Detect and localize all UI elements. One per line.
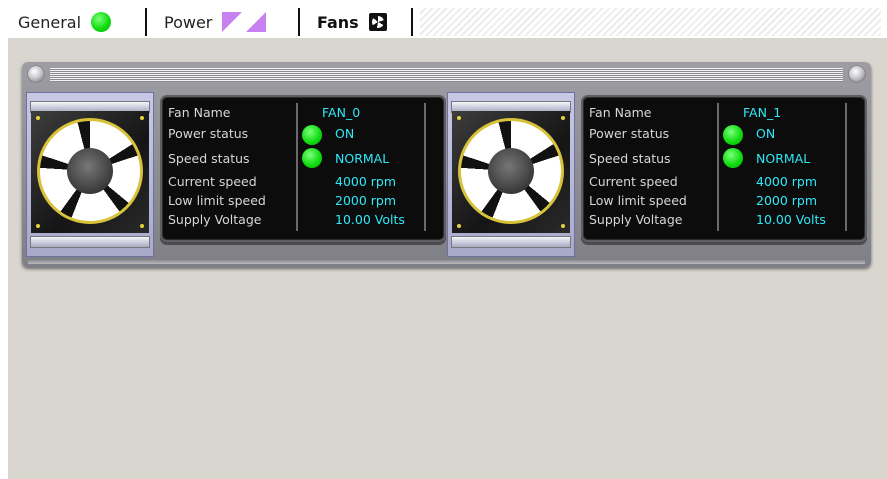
tab-power-label: Power <box>164 12 213 32</box>
current-speed-label: Current speed <box>589 174 678 189</box>
supply-voltage-label: Supply Voltage <box>168 212 262 227</box>
supply-voltage-value: 10.00 Volts <box>335 212 405 227</box>
speed-status-row: Speed status NORMAL <box>162 148 444 169</box>
fan-name-value: FAN_0 <box>322 105 361 120</box>
tab-general[interactable]: General <box>18 8 112 36</box>
fan-name-label: Fan Name <box>168 105 231 120</box>
tab-divider <box>298 8 300 36</box>
power-status-led-icon <box>723 125 743 145</box>
speed-status-label: Speed status <box>589 151 671 166</box>
status-led-icon <box>91 12 112 32</box>
fan-unit-0: Fan Name FAN_0 Power status ON Speed sta… <box>26 92 446 257</box>
fan-name-row: Fan Name FAN_1 <box>583 105 865 123</box>
fans-panel: Fan Name FAN_0 Power status ON Speed sta… <box>22 62 871 267</box>
panel-footer <box>28 260 865 264</box>
power-status-label: Power status <box>589 126 670 141</box>
tab-bar-filler <box>420 8 881 36</box>
supply-voltage-row: Supply Voltage 10.00 Volts <box>162 212 444 230</box>
power-status-label: Power status <box>168 126 249 141</box>
low-limit-speed-row: Low limit speed 2000 rpm <box>583 193 865 211</box>
low-limit-speed-label: Low limit speed <box>168 193 266 208</box>
fan-image <box>26 92 154 257</box>
low-limit-speed-value: 2000 rpm <box>756 193 818 208</box>
fan-image <box>447 92 575 257</box>
speed-status-value: NORMAL <box>335 151 390 166</box>
tab-divider <box>145 8 147 36</box>
fan-housing-icon <box>452 111 570 233</box>
power-status-row: Power status ON <box>583 125 865 145</box>
speed-status-led-icon <box>302 148 322 168</box>
low-limit-speed-row: Low limit speed 2000 rpm <box>162 193 444 211</box>
fan-name-label: Fan Name <box>589 105 652 120</box>
power-status-row: Power status ON <box>162 125 444 145</box>
power-triangles-icon <box>222 12 270 32</box>
fan-housing-icon <box>31 111 149 233</box>
tab-fans[interactable]: Fans <box>317 8 387 36</box>
tab-bar: General Power Fans <box>8 0 887 38</box>
power-status-led-icon <box>302 125 322 145</box>
speed-status-label: Speed status <box>168 151 250 166</box>
tab-general-label: General <box>18 12 82 32</box>
tab-fans-label: Fans <box>317 12 359 32</box>
supply-voltage-row: Supply Voltage 10.00 Volts <box>583 212 865 230</box>
current-speed-row: Current speed 4000 rpm <box>162 174 444 192</box>
app-window: General Power Fans Fan Name FAN_0 Power … <box>8 0 887 479</box>
power-status-value: ON <box>335 126 355 141</box>
supply-voltage-value: 10.00 Volts <box>756 212 826 227</box>
low-limit-speed-value: 2000 rpm <box>335 193 397 208</box>
current-speed-value: 4000 rpm <box>335 174 397 189</box>
fan-unit-1: Fan Name FAN_1 Power status ON Speed sta… <box>447 92 867 257</box>
power-status-value: ON <box>756 126 776 141</box>
panel-rail <box>50 68 843 82</box>
tab-power[interactable]: Power <box>164 8 270 36</box>
fan-icon <box>368 13 387 31</box>
current-speed-row: Current speed 4000 rpm <box>583 174 865 192</box>
panel-titlebar[interactable] <box>28 66 865 84</box>
low-limit-speed-label: Low limit speed <box>589 193 687 208</box>
speed-status-led-icon <box>723 148 743 168</box>
fan-name-value: FAN_1 <box>743 105 782 120</box>
panel-knob-icon <box>849 66 865 82</box>
speed-status-row: Speed status NORMAL <box>583 148 865 169</box>
current-speed-label: Current speed <box>168 174 257 189</box>
fan-name-row: Fan Name FAN_0 <box>162 105 444 123</box>
fan-info-card: Fan Name FAN_0 Power status ON Speed sta… <box>160 95 446 242</box>
tab-divider <box>411 8 413 36</box>
panel-knob-icon <box>28 66 44 82</box>
speed-status-value: NORMAL <box>756 151 811 166</box>
fan-info-card: Fan Name FAN_1 Power status ON Speed sta… <box>581 95 867 242</box>
current-speed-value: 4000 rpm <box>756 174 818 189</box>
supply-voltage-label: Supply Voltage <box>589 212 683 227</box>
